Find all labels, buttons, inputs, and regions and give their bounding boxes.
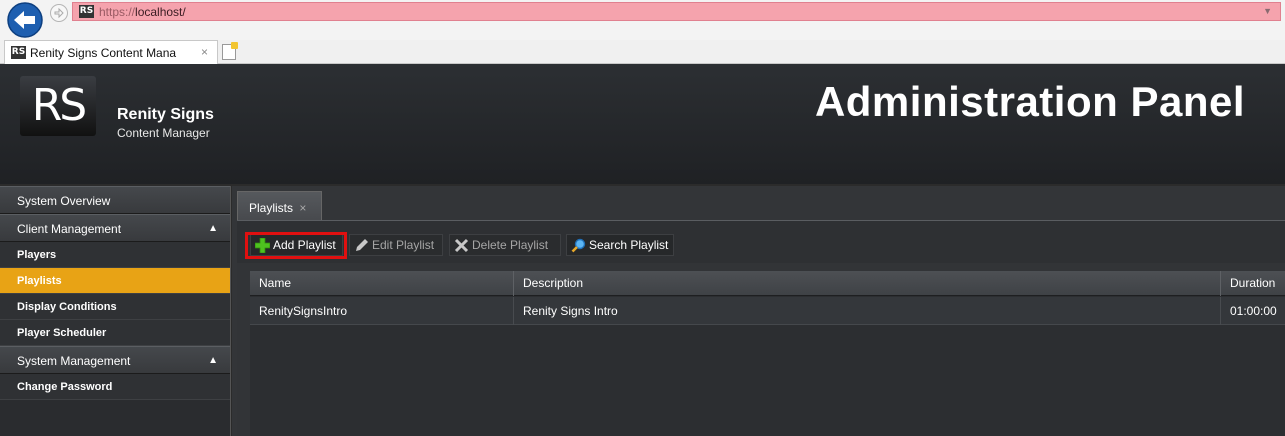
cell-description: Renity Signs Intro [514, 297, 1221, 325]
sidebar-item-player-scheduler[interactable]: Player Scheduler [0, 320, 230, 346]
section-label: System Management [17, 354, 131, 368]
collapse-arrow-icon[interactable]: ▲ [208, 355, 218, 366]
section-label: Client Management [17, 222, 122, 236]
app-header: RS Renity Signs Content Manager Administ… [0, 64, 1285, 184]
brand-name: Renity Signs [117, 106, 214, 123]
playlists-panel: Add Playlist Edit Playlist Delete Playli… [237, 220, 1285, 436]
main-content: Playlists × Add Playlist Edit Playlist D… [232, 186, 1285, 436]
sidebar-item-system-overview[interactable]: System Overview [0, 186, 230, 214]
back-arrow-icon[interactable] [6, 1, 44, 39]
delete-x-icon [454, 238, 469, 253]
page-title: Administration Panel [814, 78, 1245, 125]
table-header: Name Description Duration [250, 271, 1285, 296]
address-bar[interactable]: RS https://localhost/ ▼ [72, 2, 1281, 21]
browser-tab[interactable]: RS Renity Signs Content Mana × [4, 40, 218, 64]
toolbar: Add Playlist Edit Playlist Delete Playli… [237, 221, 1285, 263]
logo: RS [20, 76, 96, 136]
column-header-name[interactable]: Name [250, 271, 514, 296]
sidebar-item-change-password[interactable]: Change Password [0, 374, 230, 400]
sidebar-section-client-management[interactable]: Client Management ▲ [0, 214, 230, 242]
sidebar-section-system-management[interactable]: System Management ▲ [0, 346, 230, 374]
address-row: RS https://localhost/ ▼ [0, 0, 1285, 38]
dropdown-arrow-icon[interactable]: ▼ [1263, 6, 1272, 16]
highlight-box [245, 232, 347, 259]
sidebar-item-playlists[interactable]: Playlists [0, 268, 230, 294]
sidebar-item-display-conditions[interactable]: Display Conditions [0, 294, 230, 320]
tab-close-icon[interactable]: × [201, 45, 208, 59]
column-header-duration[interactable]: Duration [1221, 271, 1285, 296]
tab-playlists[interactable]: Playlists × [237, 191, 322, 221]
column-header-description[interactable]: Description [514, 271, 1221, 296]
brand-subtitle: Content Manager [117, 126, 210, 140]
tab-favicon-icon: RS [11, 46, 26, 59]
search-playlist-label: Search Playlist [589, 238, 669, 252]
cell-name: RenitySignsIntro [250, 297, 514, 325]
new-tab-icon[interactable] [222, 42, 238, 60]
search-playlist-button[interactable]: Search Playlist [566, 234, 674, 256]
collapse-arrow-icon[interactable]: ▲ [208, 223, 218, 234]
edit-playlist-label: Edit Playlist [372, 238, 435, 252]
delete-playlist-button[interactable]: Delete Playlist [449, 234, 561, 256]
browser-chrome: RS https://localhost/ ▼ [0, 0, 1285, 40]
site-favicon-icon: RS [79, 5, 94, 18]
edit-playlist-button[interactable]: Edit Playlist [349, 234, 443, 256]
sidebar: System Overview Client Management ▲ Play… [0, 186, 231, 436]
tab-close-icon[interactable]: × [299, 201, 306, 215]
forward-arrow-icon [54, 7, 64, 19]
cell-duration: 01:00:00 [1230, 304, 1277, 318]
tab-title: Renity Signs Content Mana [30, 46, 177, 60]
tab-label: Playlists [249, 201, 294, 215]
sidebar-item-players[interactable]: Players [0, 242, 230, 268]
search-icon [571, 238, 586, 253]
pencil-icon [356, 239, 368, 251]
playlists-table: Name Description Duration RenitySignsInt… [250, 271, 1285, 436]
url-text: https://localhost/ [99, 5, 186, 19]
forward-button[interactable] [50, 4, 68, 22]
browser-tab-strip: RS Renity Signs Content Mana × [0, 40, 1285, 64]
table-row[interactable]: RenitySignsIntro Renity Signs Intro 01:0… [250, 297, 1285, 325]
delete-playlist-label: Delete Playlist [472, 238, 549, 252]
sidebar-spacer [0, 400, 230, 423]
